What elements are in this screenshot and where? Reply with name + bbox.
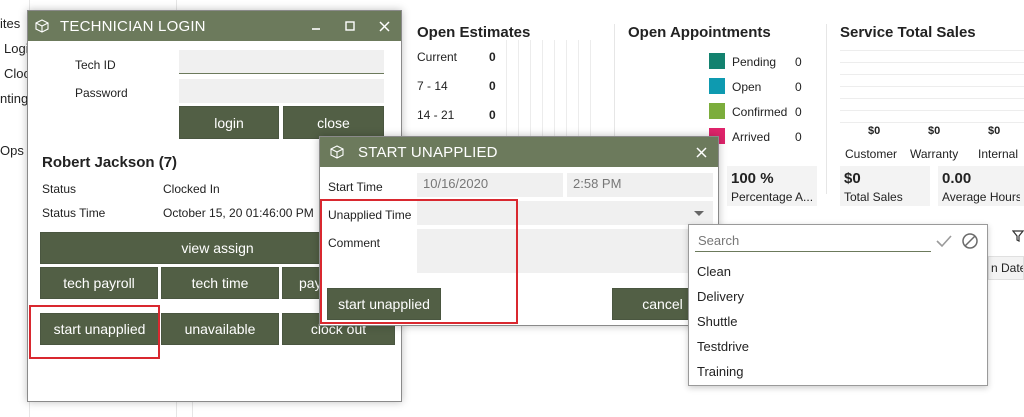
minimize-icon[interactable] xyxy=(299,11,333,41)
tech-time-button[interactable]: tech time xyxy=(161,267,279,299)
dropdown-option[interactable]: Testdrive xyxy=(697,339,749,354)
close-button[interactable]: close xyxy=(283,106,384,139)
sales-value: $0 xyxy=(988,125,1001,137)
chart-gridline xyxy=(518,40,519,140)
sales-label: Warranty xyxy=(910,147,959,161)
cube-icon xyxy=(28,11,56,41)
close-icon[interactable] xyxy=(367,11,401,41)
chevron-down-icon[interactable] xyxy=(693,207,705,219)
divider xyxy=(826,24,827,194)
legend-value: 0 xyxy=(795,105,802,119)
sales-value: $0 xyxy=(868,125,881,137)
check-icon[interactable] xyxy=(935,233,953,249)
password-label: Password xyxy=(75,86,128,100)
legend-swatch xyxy=(709,103,725,119)
chart-gridline xyxy=(840,74,1024,75)
chart-gridline xyxy=(566,40,567,140)
status-label: Status xyxy=(42,182,77,196)
legend-value: 0 xyxy=(795,130,802,144)
cube-icon xyxy=(320,137,354,167)
percentage-label: Percentage A... xyxy=(731,190,813,204)
chart-gridline xyxy=(840,98,1024,99)
total-sales-label: Total Sales xyxy=(844,190,903,204)
dropdown-option[interactable]: Training xyxy=(697,364,743,379)
sales-label: Internal xyxy=(978,147,1019,161)
tech-id-label: Tech ID xyxy=(75,58,116,72)
total-sales-value: $0 xyxy=(844,170,861,187)
legend-label: Open xyxy=(732,80,762,94)
search-input[interactable]: Search xyxy=(695,230,931,252)
open-appointments-title: Open Appointments xyxy=(628,24,771,41)
search-placeholder: Search xyxy=(698,233,740,248)
estimate-row-value: 0 xyxy=(489,108,496,122)
total-sales-stat: $0 Total Sales xyxy=(840,166,930,206)
chart-gridline xyxy=(590,40,591,140)
dropdown-option[interactable]: Clean xyxy=(697,264,731,279)
average-hours-value: 0.00 xyxy=(942,170,972,187)
close-icon[interactable] xyxy=(684,137,718,167)
legend-label: Arrived xyxy=(732,130,771,144)
percentage-stat: 100 % Percentage A... xyxy=(727,166,817,206)
legend-label: Confirmed xyxy=(732,105,788,119)
divider xyxy=(192,400,193,417)
sales-label: Customer xyxy=(845,147,898,161)
column-header-fragment[interactable]: n Date xyxy=(988,256,1024,280)
status-value: Clocked In xyxy=(163,182,220,196)
estimate-row-value: 0 xyxy=(489,50,496,64)
tech-name: Robert Jackson (7) xyxy=(42,154,178,171)
legend-value: 0 xyxy=(795,80,802,94)
dropdown-option[interactable]: Delivery xyxy=(697,289,744,304)
chart-gridline xyxy=(840,110,1024,111)
left-nav-panel: ites Logi Cloc nting Ops xyxy=(0,0,30,417)
filter-icon[interactable] xyxy=(1011,229,1024,243)
tech-id-field[interactable] xyxy=(179,50,384,74)
window-title: TECHNICIAN LOGIN xyxy=(60,17,206,35)
sales-value: $0 xyxy=(928,125,941,137)
legend-swatch xyxy=(709,78,725,94)
chart-gridline xyxy=(542,40,543,140)
percentage-value: 100 % xyxy=(731,170,774,187)
average-hours-label: Average Hours xyxy=(942,190,1020,204)
estimate-row-label: Current xyxy=(417,50,458,64)
chart-gridline xyxy=(840,122,1024,123)
chart-gridline xyxy=(840,50,1024,51)
unavailable-button[interactable]: unavailable xyxy=(161,313,279,345)
window-title: START UNAPPLIED xyxy=(358,143,498,161)
unapplied-time-dropdown: Search Clean Delivery Shuttle Testdrive … xyxy=(688,224,988,386)
open-estimates-title: Open Estimates xyxy=(417,24,531,41)
status-time-label: Status Time xyxy=(42,206,106,220)
start-date-field[interactable]: 10/16/2020 xyxy=(417,173,563,197)
average-hours-stat: 0.00 Average Hours xyxy=(938,166,1024,206)
chart-gridline xyxy=(840,62,1024,63)
estimate-row-label: 14 - 21 xyxy=(417,108,455,122)
technician-login-titlebar[interactable]: TECHNICIAN LOGIN xyxy=(28,11,401,41)
chart-gridline xyxy=(530,40,531,140)
status-time-value: October 15, 20 01:46:00 PM xyxy=(163,206,314,220)
chart-gridline xyxy=(554,40,555,140)
tech-payroll-button[interactable]: tech payroll xyxy=(40,267,158,299)
start-time-label: Start Time xyxy=(328,180,383,194)
chart-gridline xyxy=(506,40,507,140)
start-unapplied-titlebar[interactable]: START UNAPPLIED xyxy=(320,137,718,167)
legend-label: Pending xyxy=(732,55,777,69)
estimate-row-label: 7 - 14 xyxy=(417,79,448,93)
nav-item-fragment[interactable]: ites xyxy=(0,16,20,31)
dropdown-option[interactable]: Shuttle xyxy=(697,314,737,329)
login-button[interactable]: login xyxy=(179,106,279,139)
maximize-icon[interactable] xyxy=(333,11,367,41)
highlight-box xyxy=(29,305,160,359)
legend-value: 0 xyxy=(795,55,802,69)
chart-gridline xyxy=(840,86,1024,87)
start-time-field[interactable]: 2:58 PM xyxy=(567,173,713,197)
clear-icon[interactable] xyxy=(961,232,979,250)
estimate-row-value: 0 xyxy=(489,79,496,93)
highlight-box xyxy=(320,199,518,324)
chart-gridline xyxy=(578,40,579,140)
legend-swatch xyxy=(709,53,725,69)
nav-item-fragment[interactable]: nting xyxy=(0,91,28,106)
nav-item-fragment[interactable]: Logi xyxy=(4,41,29,56)
nav-item-fragment[interactable]: Ops xyxy=(0,143,24,158)
password-field[interactable] xyxy=(179,79,384,103)
service-total-sales-title: Service Total Sales xyxy=(840,24,976,41)
